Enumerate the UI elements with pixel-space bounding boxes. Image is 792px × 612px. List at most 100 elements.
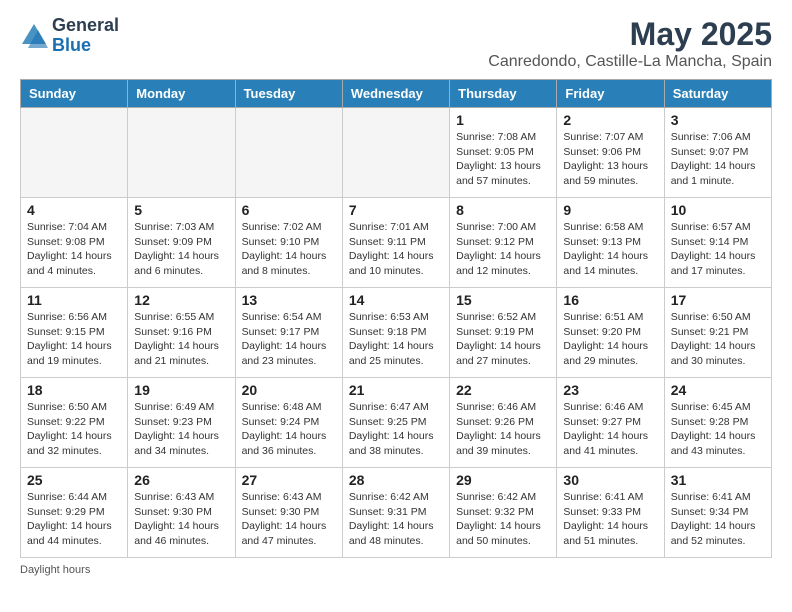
day-number: 31 [671,472,765,488]
day-info: Sunrise: 6:56 AM Sunset: 9:15 PM Dayligh… [27,310,121,369]
day-info: Sunrise: 6:58 AM Sunset: 9:13 PM Dayligh… [563,220,657,279]
calendar-cell: 2 Sunrise: 7:07 AM Sunset: 9:06 PM Daylig… [557,108,664,198]
title-area: May 2025 Canredondo, Castille-La Mancha,… [488,16,772,71]
calendar-cell: 27Sunrise: 6:43 AM Sunset: 9:30 PM Dayli… [235,468,342,558]
calendar-cell: 4 Sunrise: 7:04 AM Sunset: 9:08 PM Daylig… [21,198,128,288]
day-info: Sunrise: 6:54 AM Sunset: 9:17 PM Dayligh… [242,310,336,369]
day-info: Sunrise: 6:51 AM Sunset: 9:20 PM Dayligh… [563,310,657,369]
calendar-cell: 6 Sunrise: 7:02 AM Sunset: 9:10 PM Daylig… [235,198,342,288]
day-info: Sunrise: 6:41 AM Sunset: 9:33 PM Dayligh… [563,490,657,549]
day-number: 9 [563,202,657,218]
calendar-cell: 14Sunrise: 6:53 AM Sunset: 9:18 PM Dayli… [342,288,449,378]
day-number: 1 [456,112,550,128]
calendar-cell: 9 Sunrise: 6:58 AM Sunset: 9:13 PM Daylig… [557,198,664,288]
day-info: Sunrise: 7:07 AM Sunset: 9:06 PM Dayligh… [563,130,657,189]
calendar-cell: 25 Sunrise: 6:44 AM Sunset: 9:29 PM Dayli… [21,468,128,558]
calendar-week-5: 25 Sunrise: 6:44 AM Sunset: 9:29 PM Dayli… [21,468,772,558]
calendar-cell: 5Sunrise: 7:03 AM Sunset: 9:09 PM Daylig… [128,198,235,288]
day-info: Sunrise: 7:08 AM Sunset: 9:05 PM Dayligh… [456,130,550,189]
calendar-cell [128,108,235,198]
day-number: 18 [27,382,121,398]
day-info: Sunrise: 6:50 AM Sunset: 9:22 PM Dayligh… [27,400,121,459]
calendar-header-friday: Friday [557,80,664,108]
day-info: Sunrise: 6:43 AM Sunset: 9:30 PM Dayligh… [242,490,336,549]
calendar-cell: 26Sunrise: 6:43 AM Sunset: 9:30 PM Dayli… [128,468,235,558]
calendar-cell: 12 Sunrise: 6:55 AM Sunset: 9:16 PM Dayli… [128,288,235,378]
day-number: 11 [27,292,121,308]
day-info: Sunrise: 6:43 AM Sunset: 9:30 PM Dayligh… [134,490,228,549]
calendar-header-thursday: Thursday [450,80,557,108]
day-number: 30 [563,472,657,488]
calendar-cell: 10 Sunrise: 6:57 AM Sunset: 9:14 PM Dayli… [664,198,771,288]
day-info: Sunrise: 6:44 AM Sunset: 9:29 PM Dayligh… [27,490,121,549]
calendar-cell: 16 Sunrise: 6:51 AM Sunset: 9:20 PM Dayli… [557,288,664,378]
calendar-cell: 20Sunrise: 6:48 AM Sunset: 9:24 PM Dayli… [235,378,342,468]
calendar-table: SundayMondayTuesdayWednesdayThursdayFrid… [20,79,772,558]
logo-icon [20,22,48,50]
day-number: 8 [456,202,550,218]
day-info: Sunrise: 7:03 AM Sunset: 9:09 PM Dayligh… [134,220,228,279]
calendar-week-2: 4 Sunrise: 7:04 AM Sunset: 9:08 PM Daylig… [21,198,772,288]
day-info: Sunrise: 6:57 AM Sunset: 9:14 PM Dayligh… [671,220,765,279]
day-info: Sunrise: 6:50 AM Sunset: 9:21 PM Dayligh… [671,310,765,369]
calendar-cell: 31Sunrise: 6:41 AM Sunset: 9:34 PM Dayli… [664,468,771,558]
day-number: 28 [349,472,443,488]
calendar-cell: 8 Sunrise: 7:00 AM Sunset: 9:12 PM Daylig… [450,198,557,288]
calendar-cell: 22Sunrise: 6:46 AM Sunset: 9:26 PM Dayli… [450,378,557,468]
calendar-header-tuesday: Tuesday [235,80,342,108]
calendar-header-monday: Monday [128,80,235,108]
day-info: Sunrise: 6:55 AM Sunset: 9:16 PM Dayligh… [134,310,228,369]
logo-blue-text: Blue [52,36,119,56]
calendar-cell [342,108,449,198]
calendar-cell [21,108,128,198]
day-number: 6 [242,202,336,218]
calendar-body: 1 Sunrise: 7:08 AM Sunset: 9:05 PM Daylig… [21,108,772,558]
calendar-cell: 11 Sunrise: 6:56 AM Sunset: 9:15 PM Dayli… [21,288,128,378]
day-number: 12 [134,292,228,308]
day-info: Sunrise: 7:04 AM Sunset: 9:08 PM Dayligh… [27,220,121,279]
day-number: 21 [349,382,443,398]
day-number: 4 [27,202,121,218]
calendar-cell: 1 Sunrise: 7:08 AM Sunset: 9:05 PM Daylig… [450,108,557,198]
day-number: 7 [349,202,443,218]
day-number: 29 [456,472,550,488]
day-number: 3 [671,112,765,128]
calendar-cell: 13 Sunrise: 6:54 AM Sunset: 9:17 PM Dayli… [235,288,342,378]
logo-text: General Blue [52,16,119,56]
day-number: 2 [563,112,657,128]
day-info: Sunrise: 6:52 AM Sunset: 9:19 PM Dayligh… [456,310,550,369]
day-number: 15 [456,292,550,308]
day-info: Sunrise: 6:46 AM Sunset: 9:27 PM Dayligh… [563,400,657,459]
day-number: 10 [671,202,765,218]
day-info: Sunrise: 7:02 AM Sunset: 9:10 PM Dayligh… [242,220,336,279]
logo-general-text: General [52,16,119,36]
calendar-cell: 28 Sunrise: 6:42 AM Sunset: 9:31 PM Dayli… [342,468,449,558]
calendar-cell: 18 Sunrise: 6:50 AM Sunset: 9:22 PM Dayli… [21,378,128,468]
logo: General Blue [20,16,119,56]
footer-note: Daylight hours [20,564,772,576]
calendar-cell: 7Sunrise: 7:01 AM Sunset: 9:11 PM Daylig… [342,198,449,288]
day-info: Sunrise: 6:42 AM Sunset: 9:32 PM Dayligh… [456,490,550,549]
day-number: 16 [563,292,657,308]
calendar-header-saturday: Saturday [664,80,771,108]
calendar-week-4: 18 Sunrise: 6:50 AM Sunset: 9:22 PM Dayli… [21,378,772,468]
calendar-cell: 3Sunrise: 7:06 AM Sunset: 9:07 PM Daylig… [664,108,771,198]
day-number: 24 [671,382,765,398]
calendar-cell: 21 Sunrise: 6:47 AM Sunset: 9:25 PM Dayli… [342,378,449,468]
day-info: Sunrise: 6:47 AM Sunset: 9:25 PM Dayligh… [349,400,443,459]
calendar-cell: 15 Sunrise: 6:52 AM Sunset: 9:19 PM Dayli… [450,288,557,378]
day-number: 13 [242,292,336,308]
day-info: Sunrise: 6:48 AM Sunset: 9:24 PM Dayligh… [242,400,336,459]
calendar-header-wednesday: Wednesday [342,80,449,108]
location-title: Canredondo, Castille-La Mancha, Spain [488,53,772,71]
calendar-cell: 30 Sunrise: 6:41 AM Sunset: 9:33 PM Dayli… [557,468,664,558]
calendar-cell: 19Sunrise: 6:49 AM Sunset: 9:23 PM Dayli… [128,378,235,468]
day-info: Sunrise: 6:42 AM Sunset: 9:31 PM Dayligh… [349,490,443,549]
day-number: 25 [27,472,121,488]
day-info: Sunrise: 7:00 AM Sunset: 9:12 PM Dayligh… [456,220,550,279]
day-number: 19 [134,382,228,398]
calendar-cell: 17 Sunrise: 6:50 AM Sunset: 9:21 PM Dayli… [664,288,771,378]
day-number: 23 [563,382,657,398]
day-info: Sunrise: 6:46 AM Sunset: 9:26 PM Dayligh… [456,400,550,459]
day-number: 17 [671,292,765,308]
